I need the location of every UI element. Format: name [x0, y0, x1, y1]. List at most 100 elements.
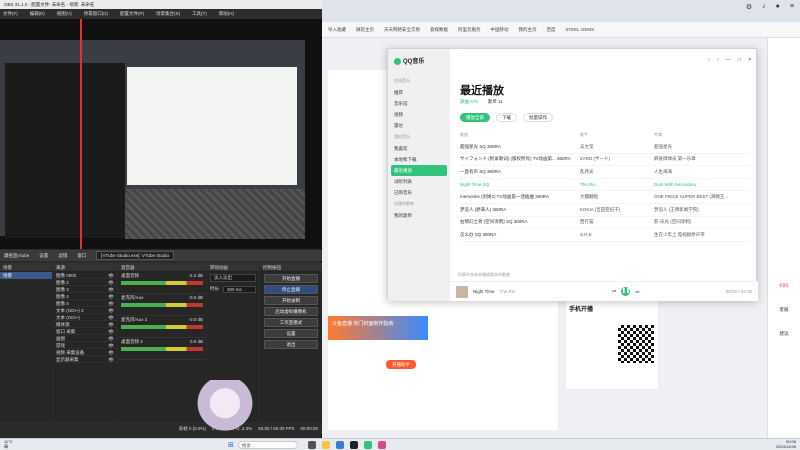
nav-recent[interactable]: 最近播放: [391, 165, 447, 176]
source-item[interactable]: 图像 4 👁: [53, 293, 117, 300]
rail-item[interactable]: 建议: [768, 331, 800, 337]
source-item[interactable]: 图像 2 👁: [53, 279, 117, 286]
weather-widget[interactable]: 11°C 晴: [4, 439, 13, 449]
bookmark[interactable]: 微软主页: [356, 27, 374, 33]
rail-item[interactable]: 扫码: [768, 283, 800, 289]
back-icon[interactable]: ‹: [708, 57, 710, 63]
song-album[interactable]: ONE PIECE SUPER BEST (海贼王...: [654, 194, 750, 200]
song-album[interactable]: 人生海海: [654, 169, 750, 175]
nav-recommend[interactable]: 推荐: [388, 87, 450, 98]
bookmark[interactable]: 天天网络安全交易: [384, 27, 420, 33]
clock[interactable]: 00:06 2024/12/26: [776, 439, 796, 449]
bookmark[interactable]: 爱媒数据: [430, 27, 448, 33]
rail-item[interactable]: 客服: [768, 307, 800, 313]
exit-button[interactable]: 退出: [264, 340, 318, 349]
song-artist[interactable]: 乱月光: [580, 169, 654, 175]
tab-songs[interactable]: 歌曲 678: [460, 99, 478, 105]
source-item[interactable]: 显示器采集 👁: [53, 356, 117, 363]
qq-music-icon[interactable]: [363, 440, 372, 449]
start-streaming-button[interactable]: 开始直播: [264, 274, 318, 283]
volume-meter[interactable]: [121, 325, 203, 329]
settings-button[interactable]: 设置: [264, 329, 318, 338]
song-album[interactable]: Dust With Secondary: [654, 182, 750, 187]
eye-icon[interactable]: 👁: [108, 322, 114, 327]
prev-icon[interactable]: ⏮: [612, 289, 616, 294]
maximize-icon[interactable]: □: [738, 57, 741, 63]
duration-input[interactable]: 300 ms: [223, 286, 256, 293]
song-album[interactable]: 麻雀牌球员 第一乐章: [654, 156, 750, 162]
filters-button[interactable]: 滤镜: [58, 253, 67, 259]
song-row[interactable]: 梦追人 (原来人) 360RA KOKIA (吉田亚纪子) 梦追人 (王牌新闻学院): [460, 204, 750, 217]
menu-icon[interactable]: ≡: [790, 3, 794, 11]
nav-radar[interactable]: 雷达: [388, 120, 450, 131]
next-icon[interactable]: ⏭: [635, 289, 639, 294]
download-button[interactable]: 下载: [496, 113, 517, 122]
nav-music-hall[interactable]: 音乐馆: [388, 98, 450, 109]
eye-icon[interactable]: 👁: [108, 294, 114, 299]
song-row[interactable]: 一直有声 SQ 360RA 乱月光 人生海海: [460, 166, 750, 179]
batch-button[interactable]: 批量操作: [523, 113, 553, 122]
taskbar-search[interactable]: 搜索: [237, 440, 298, 449]
pause-icon[interactable]: ❚❚: [621, 287, 631, 296]
source-item[interactable]: 窗口 采集 👁: [53, 328, 117, 335]
song-row[interactable]: memories (剑姬2) TV动画第一话插曲 360RA 大疆翻唱 ONE PI…: [460, 191, 750, 204]
obs-preview[interactable]: [0, 19, 322, 249]
avatar[interactable]: ●: [776, 3, 780, 11]
nav-local[interactable]: 本地和下载: [388, 154, 450, 165]
close-icon[interactable]: ✕: [748, 57, 752, 63]
eye-icon[interactable]: 👁: [108, 308, 114, 313]
start-icon[interactable]: ⊞: [228, 441, 234, 449]
eye-icon[interactable]: 👁: [108, 301, 114, 306]
song-row[interactable]: 右侧幻之祈 (空间涂鸦) SQ 360RA 西打猫 影·乐光 (空间涂鸦): [460, 217, 750, 230]
bookmark[interactable]: 导入收藏: [328, 27, 346, 33]
transition-select[interactable]: 淡入淡出: [210, 274, 256, 282]
browser-icon[interactable]: [335, 440, 344, 449]
source-item[interactable]: 画图 👁: [53, 335, 117, 342]
forward-icon[interactable]: ›: [717, 57, 719, 63]
menu-item[interactable]: 场景集合(S): [156, 11, 180, 17]
song-artist[interactable]: S.H.E: [580, 232, 654, 237]
vtube-studio-icon[interactable]: [377, 440, 386, 449]
bookmark[interactable]: STEEL GEMS: [566, 27, 595, 32]
nav-trial[interactable]: 试听列表: [388, 176, 450, 187]
bookmark[interactable]: 我的主页: [519, 27, 537, 33]
song-album[interactable]: 梦追人 (王牌新闻学院): [654, 207, 750, 213]
start-button[interactable]: 开播助手: [386, 360, 416, 369]
eye-icon[interactable]: 👁: [108, 273, 114, 278]
eye-icon[interactable]: 👁: [108, 357, 114, 362]
eye-icon[interactable]: 👁: [108, 329, 114, 334]
song-artist[interactable]: ZARD (ザード): [580, 156, 654, 162]
source-item[interactable]: 图像 5 👁: [53, 300, 117, 307]
menu-item[interactable]: 配置文件(P): [120, 11, 144, 17]
bookmark[interactable]: 阿里云服务: [458, 27, 481, 33]
nav-liked[interactable]: 我喜欢: [388, 143, 450, 154]
obs-icon[interactable]: [349, 440, 358, 449]
song-album[interactable]: 影·乐光 (空间涂鸦): [654, 219, 750, 225]
menu-item[interactable]: 工具(T): [192, 11, 207, 17]
task-view-icon[interactable]: [307, 440, 316, 449]
nav-purchased[interactable]: 已购音乐: [388, 187, 450, 198]
scene-item[interactable]: 场景: [0, 272, 52, 279]
menu-item[interactable]: 停靠窗口(D): [84, 11, 108, 17]
eye-icon[interactable]: 👁: [108, 350, 114, 355]
song-row[interactable]: サイフォンド (附录歌词) (版权所有) TV动画第... 360RA ZARD …: [460, 154, 750, 167]
virtual-camera-button[interactable]: 启动虚拟摄像机: [264, 307, 318, 316]
properties-button[interactable]: 设置: [39, 253, 48, 259]
menu-item[interactable]: 帮助(H): [219, 11, 234, 17]
song-artist[interactable]: 大疆翻唱: [580, 194, 654, 200]
studio-mode-button[interactable]: 工作室模式: [264, 318, 318, 327]
eye-icon[interactable]: 👁: [108, 287, 114, 292]
bookmark[interactable]: 中国移动: [491, 27, 509, 33]
eye-icon[interactable]: 👁: [108, 280, 114, 285]
volume-meter[interactable]: [121, 347, 203, 351]
song-artist[interactable]: 西打猫: [580, 219, 654, 225]
source-item[interactable]: 文本 (GDI+) 👁: [53, 314, 117, 321]
song-artist[interactable]: KOKIA (吉田亚纪子): [580, 207, 654, 213]
menu-item[interactable]: 视图(V): [57, 11, 72, 17]
source-item[interactable]: 文本 (GDI+) 2 👁: [53, 307, 117, 314]
song-row[interactable]: Night Time SQ The Rio Dust With Secondary: [460, 179, 750, 192]
window-select[interactable]: [VTube Studio.exe]: VTube Studio: [96, 251, 174, 260]
song-artist[interactable]: The Rio: [580, 182, 654, 187]
song-row[interactable]: 超强星光 SQ 360RA 吴文莹 超强星光: [460, 141, 750, 154]
song-row[interactable]: 怎么办 SQ 360RA S.H.E 生在少年上 电视剧原声带: [460, 229, 750, 242]
